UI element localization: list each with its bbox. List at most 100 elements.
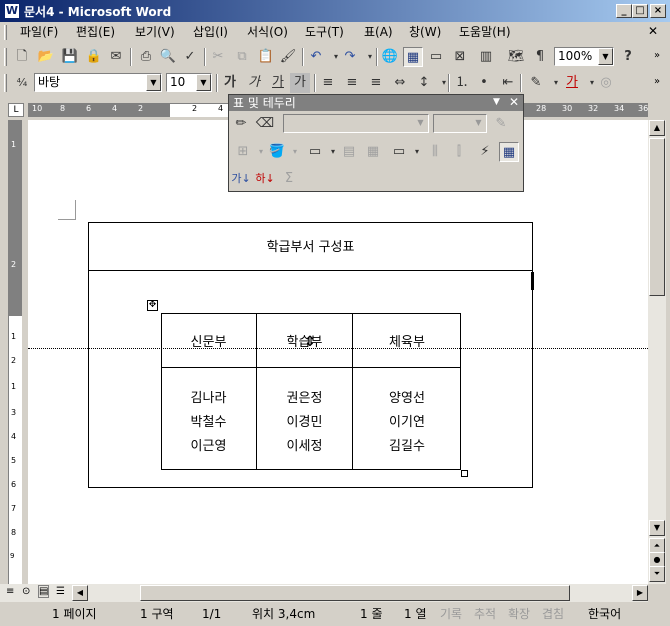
- table-autoformat-icon[interactable]: ⚡: [475, 142, 495, 162]
- scroll-up-icon[interactable]: ▲: [649, 120, 665, 136]
- font-dropdown-icon[interactable]: ▼: [146, 74, 161, 91]
- resize-marker[interactable]: [531, 272, 534, 290]
- status-record[interactable]: 기록: [440, 605, 462, 623]
- table-resize-handle[interactable]: [461, 470, 468, 477]
- show-gridlines-icon[interactable]: ▦: [499, 142, 519, 162]
- toolbar-options-icon[interactable]: »: [654, 50, 660, 61]
- horizontal-scrollbar[interactable]: ≡ ⊙ ▤ ☰ ◀ ▶: [0, 584, 648, 602]
- undo-icon[interactable]: ↶: [306, 47, 326, 67]
- menu-view[interactable]: 보기(V): [133, 24, 177, 40]
- vertical-scrollbar[interactable]: ▲ ▼ ⏶ ● ⏷: [648, 120, 666, 584]
- body-cell[interactable]: 양영선 이기연 김길수: [353, 387, 461, 459]
- line-spacing-dropdown-icon[interactable]: ▾: [434, 73, 454, 93]
- align-cell-dropdown-icon[interactable]: ▾: [407, 142, 427, 162]
- toolbar-grip[interactable]: [4, 74, 7, 92]
- table-move-handle[interactable]: ✥: [147, 300, 158, 311]
- menu-tools[interactable]: 도구(T): [303, 24, 346, 40]
- zoom-dropdown-icon[interactable]: ▼: [598, 48, 613, 65]
- spelling-icon[interactable]: ✓: [180, 47, 200, 67]
- show-hide-icon[interactable]: ¶: [530, 47, 550, 67]
- status-extend[interactable]: 확장: [508, 605, 530, 623]
- menu-edit[interactable]: 편집(E): [74, 24, 117, 40]
- columns-icon[interactable]: ▥: [476, 47, 496, 67]
- menu-help[interactable]: 도움말(H): [457, 24, 513, 40]
- bold-button[interactable]: 가: [220, 73, 240, 93]
- zoom-combo[interactable]: 100% ▼: [554, 47, 614, 66]
- body-cell[interactable]: 김나라 박철수 이근영: [161, 387, 256, 459]
- scroll-down-icon[interactable]: ▼: [649, 520, 665, 536]
- tab-selector-icon[interactable]: L: [8, 103, 24, 117]
- align-cell-icon[interactable]: ▭: [389, 142, 409, 162]
- status-overtype[interactable]: 겹침: [542, 605, 564, 623]
- vertical-ruler[interactable]: 1 2 1 1 2 3 4 5 6 7 8 9: [8, 120, 22, 584]
- body-cell[interactable]: 권은정 이경민 이세정: [257, 387, 352, 459]
- hyperlink-icon[interactable]: 🌐: [380, 47, 400, 67]
- menu-grip[interactable]: [4, 25, 7, 40]
- document-map-icon[interactable]: 🗺: [506, 47, 526, 67]
- border-color-icon[interactable]: ✎: [491, 114, 511, 134]
- toolbar-menu-icon[interactable]: ▼: [493, 97, 500, 107]
- align-right-icon[interactable]: ≡: [366, 73, 386, 93]
- next-page-icon[interactable]: ⏷: [649, 566, 665, 582]
- outline-view-icon[interactable]: ☰: [56, 586, 65, 597]
- styles-icon[interactable]: ⁴⁄₄: [12, 73, 32, 93]
- numbering-icon[interactable]: ⒈: [452, 73, 472, 93]
- normal-view-icon[interactable]: ≡: [6, 586, 14, 597]
- distribute-columns-icon[interactable]: ⫿: [449, 142, 469, 162]
- font-size-dropdown-icon[interactable]: ▼: [196, 74, 211, 91]
- web-view-icon[interactable]: ⊙: [22, 586, 30, 597]
- menu-close-icon[interactable]: ✕: [648, 24, 658, 38]
- new-document-icon[interactable]: 🗋: [12, 47, 32, 67]
- word-app-icon[interactable]: W: [4, 3, 20, 19]
- toolbar-grip[interactable]: [4, 48, 7, 66]
- borders-icon[interactable]: ⊞: [233, 142, 253, 162]
- shading-dropdown-icon[interactable]: ▾: [285, 142, 305, 162]
- menu-insert[interactable]: 삽입(I): [191, 24, 230, 40]
- sort-ascending-icon[interactable]: 가↓: [231, 169, 251, 189]
- print-icon[interactable]: ⎙: [136, 47, 156, 67]
- line-weight-combo[interactable]: ▼: [433, 114, 487, 133]
- copy-icon[interactable]: ⧉: [232, 47, 252, 67]
- open-folder-icon[interactable]: 📂: [36, 47, 56, 67]
- maximize-button[interactable]: □: [632, 4, 648, 18]
- insert-excel-icon[interactable]: ⊠: [450, 47, 470, 67]
- italic-button[interactable]: 가: [244, 73, 264, 93]
- toolbar-caption[interactable]: 표 및 테두리: [229, 95, 523, 111]
- toolbar-options-icon[interactable]: »: [654, 76, 660, 87]
- highlight-icon[interactable]: ✎: [526, 73, 546, 93]
- font-size-combo[interactable]: 10 ▼: [166, 73, 212, 92]
- menu-window[interactable]: 창(W): [407, 24, 443, 40]
- toolbar-close-icon[interactable]: ✕: [509, 95, 519, 109]
- font-color-button[interactable]: 가: [562, 73, 582, 93]
- align-center-icon[interactable]: ≡: [342, 73, 362, 93]
- hscroll-thumb[interactable]: [140, 585, 570, 601]
- distribute-rows-icon[interactable]: ⫼: [425, 142, 445, 162]
- print-view-icon[interactable]: ▤: [38, 585, 50, 598]
- save-icon[interactable]: 💾: [60, 47, 80, 67]
- format-painter-icon[interactable]: 🖌: [278, 47, 298, 67]
- menu-file[interactable]: 파일(F): [18, 24, 60, 40]
- insert-table-menu-icon[interactable]: ▭: [305, 142, 325, 162]
- phonetic-guide-icon[interactable]: ◎: [596, 73, 616, 93]
- line-style-dropdown-icon[interactable]: ▼: [413, 115, 428, 132]
- align-justify-icon[interactable]: ≡: [318, 73, 338, 93]
- minimize-button[interactable]: _: [616, 4, 632, 18]
- scroll-left-icon[interactable]: ◀: [72, 585, 88, 601]
- email-icon[interactable]: ✉: [106, 47, 126, 67]
- close-button[interactable]: ×: [650, 4, 666, 18]
- split-cells-icon[interactable]: ▦: [363, 142, 383, 162]
- sort-descending-icon[interactable]: 하↓: [255, 169, 275, 189]
- underline-button[interactable]: 가: [268, 73, 288, 93]
- line-spacing-icon[interactable]: ↕: [414, 73, 434, 93]
- distribute-icon[interactable]: ⇔: [390, 73, 410, 93]
- print-preview-icon[interactable]: 🔍: [158, 47, 178, 67]
- scroll-right-icon[interactable]: ▶: [632, 585, 648, 601]
- char-shading-button[interactable]: 가: [290, 73, 310, 93]
- shading-color-icon[interactable]: 🪣: [267, 142, 287, 162]
- merge-cells-icon[interactable]: ▤: [339, 142, 359, 162]
- decrease-indent-icon[interactable]: ⇤: [498, 73, 518, 93]
- line-weight-dropdown-icon[interactable]: ▼: [471, 115, 486, 132]
- tables-borders-icon[interactable]: ▦: [403, 47, 423, 67]
- draw-table-icon[interactable]: ✏: [231, 114, 251, 134]
- menu-table[interactable]: 표(A): [362, 24, 395, 40]
